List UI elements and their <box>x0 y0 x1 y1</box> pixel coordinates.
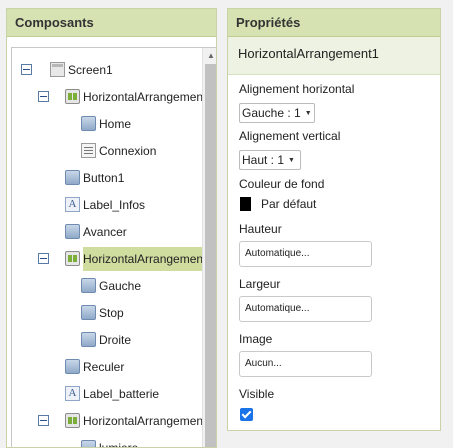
password-textbox-icon <box>81 143 96 158</box>
tree-item[interactable]: Stop <box>12 301 202 325</box>
visible-label: Visible <box>239 387 275 401</box>
label-icon: A <box>65 386 80 401</box>
collapse-toggle-icon[interactable] <box>38 415 49 426</box>
tree-item[interactable]: Avancer <box>12 220 202 244</box>
tree-item[interactable]: A Label_batterie <box>12 382 202 406</box>
tree-item-label: Home <box>99 117 132 131</box>
height-label: Hauteur <box>239 222 282 236</box>
button-icon <box>81 278 96 293</box>
properties-panel: Propriétés HorizontalArrangement1 Aligne… <box>227 8 441 431</box>
tree-item-label: Label_Infos <box>83 198 146 212</box>
tree-item-label: HorizontalArrangement1 <box>83 90 202 104</box>
tree-item[interactable]: A Label_Infos <box>12 193 202 217</box>
tree-item[interactable]: Home <box>12 112 202 136</box>
visible-checkbox[interactable] <box>240 408 253 421</box>
collapse-toggle-icon[interactable] <box>38 253 49 264</box>
align-horizontal-label: Alignement horizontal <box>239 82 355 96</box>
components-panel: Composants Screen1 HorizontalArrangement1… <box>6 8 217 448</box>
dropdown-caret-icon: ▼ <box>288 156 295 164</box>
button-icon <box>65 224 80 239</box>
color-swatch[interactable] <box>240 197 251 211</box>
tree-item-label: Screen1 <box>68 63 113 77</box>
background-color-label: Couleur de fond <box>239 177 325 191</box>
tree-item[interactable]: Reculer <box>12 355 202 379</box>
selected-component-name: HorizontalArrangement1 <box>228 37 440 75</box>
tree-item[interactable]: HorizontalArrangement1 <box>12 85 202 109</box>
tree-item-label: Droite <box>99 333 132 347</box>
tree-item-label: Reculer <box>83 360 125 374</box>
components-scrollbar[interactable]: ▲ <box>202 48 216 447</box>
height-field[interactable]: Automatique... <box>239 241 372 267</box>
tree-item[interactable]: Connexion <box>12 139 202 163</box>
horizontal-arrangement-icon <box>65 89 80 104</box>
tree-item-label: HorizontalArrangement3 <box>83 414 202 428</box>
align-vertical-label: Alignement vertical <box>239 129 341 143</box>
align-vertical-select[interactable]: Haut : 1 ▼ <box>239 150 301 170</box>
button-icon <box>81 305 96 320</box>
dropdown-caret-icon: ▼ <box>304 109 312 117</box>
label-icon: A <box>65 197 80 212</box>
background-color-value[interactable]: Par défaut <box>261 197 316 211</box>
scroll-up-arrow-icon[interactable]: ▲ <box>203 48 216 64</box>
button-icon <box>65 170 80 185</box>
components-tree-frame: Screen1 HorizontalArrangement1 Home Connexi… <box>11 47 216 447</box>
tree-item[interactable]: HorizontalArrangement3 <box>12 409 202 433</box>
collapse-toggle-icon[interactable] <box>38 91 49 102</box>
scrollbar-thumb[interactable] <box>205 64 216 447</box>
collapse-toggle-icon[interactable] <box>21 64 32 75</box>
components-tree-container: Screen1 HorizontalArrangement1 Home Connexi… <box>7 37 216 447</box>
image-field[interactable]: Aucun... <box>239 351 372 377</box>
button-icon <box>81 116 96 131</box>
tree-item[interactable]: Gauche <box>12 274 202 298</box>
tree-item-label: Gauche <box>99 279 142 293</box>
horizontal-arrangement-icon <box>65 413 80 428</box>
components-tree[interactable]: Screen1 HorizontalArrangement1 Home Connexi… <box>12 48 202 447</box>
components-panel-title: Composants <box>7 9 216 37</box>
tree-item-label: Avancer <box>83 225 127 239</box>
tree-item-label: Connexion <box>99 144 157 158</box>
horizontal-arrangement-icon <box>65 251 80 266</box>
align-vertical-value: Haut : 1 <box>242 153 285 167</box>
button-icon <box>81 440 96 447</box>
image-label: Image <box>239 332 273 346</box>
width-label: Largeur <box>239 277 281 291</box>
align-horizontal-value: Gauche : 1 <box>242 106 301 120</box>
tree-item-label: HorizontalArrangement2 <box>83 247 202 271</box>
tree-item-label: Stop <box>99 306 124 320</box>
align-horizontal-select[interactable]: Gauche : 1 ▼ <box>239 103 315 123</box>
tree-item[interactable]: Button1 <box>12 166 202 190</box>
tree-item-label: Label_batterie <box>83 387 160 401</box>
properties-panel-title: Propriétés <box>228 9 440 37</box>
tree-item[interactable]: Screen1 <box>12 58 202 82</box>
width-field[interactable]: Automatique... <box>239 296 372 322</box>
tree-item[interactable]: HorizontalArrangement2 <box>12 247 202 271</box>
tree-item[interactable]: Droite <box>12 328 202 352</box>
button-icon <box>81 332 96 347</box>
button-icon <box>65 359 80 374</box>
tree-item-label: Button1 <box>83 171 125 185</box>
screen-icon <box>50 62 65 77</box>
